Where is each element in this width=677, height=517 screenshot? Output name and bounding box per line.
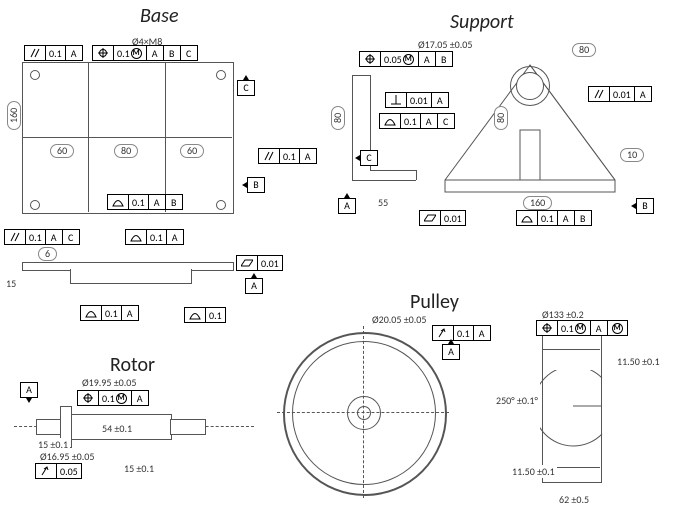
base-fcf-parallel-top: 0.1A (24, 45, 83, 61)
base-dim-wmid: 80 (114, 144, 138, 158)
position-icon (78, 391, 99, 405)
pulley-cv (363, 326, 364, 498)
profile-surface-icon (517, 211, 538, 225)
title-support: Support (450, 10, 514, 34)
position-icon (93, 46, 114, 60)
pulley-dim-width: 62 ±0.5 (557, 493, 591, 506)
base-fcf-parallel-bl: 0.1AC (4, 229, 80, 245)
base-fcf-profile-a: 0.1A (125, 229, 184, 245)
base-fcf-parallel-right: 0.1A (258, 148, 317, 164)
support-L-bottom (352, 180, 416, 181)
title-pulley: Pulley (410, 290, 459, 314)
base-datum-a: A (245, 278, 263, 294)
parallel-icon (5, 230, 26, 244)
support-fcf-perp: 0.01A (385, 92, 449, 108)
base-dim-6: 6 (38, 247, 57, 261)
pulley-datum-a: A (442, 344, 460, 360)
runout-icon (433, 326, 454, 340)
support-dim-left55: 55 (376, 196, 390, 209)
position-icon (537, 321, 558, 335)
profile-surface-icon (81, 306, 102, 320)
rotor-dim-l3: 15 ±0.1 (122, 462, 156, 475)
base-fcf-position-holes: 0.1M ABC (92, 45, 198, 61)
support-L-step-v (416, 170, 417, 180)
position-icon (360, 52, 381, 66)
rotor-shaft-left (36, 419, 62, 435)
rotor-dim-l1: 54 ±0.1 (100, 422, 134, 435)
rotor-dim-l2: 15 ±0.1 (36, 438, 70, 451)
support-fcf-position: 0.05M AB (359, 51, 453, 67)
title-base: Base (140, 4, 179, 28)
rotor-dim-d2: Ø16.95 ±0.05 (38, 450, 96, 463)
base-plan-centerline (22, 137, 232, 138)
base-plan-outline (22, 62, 234, 214)
rotor-shaft-right (170, 419, 206, 435)
base-dim-15: 15 (4, 277, 18, 290)
support-dim-wtop: 80 (572, 43, 596, 57)
pulley-dim-angle: 250° ±0.1° (494, 394, 540, 407)
parallel-icon (259, 149, 280, 163)
rotor-fcf-runout: 0.05 (35, 463, 82, 479)
support-L-step (370, 170, 416, 171)
flatness-icon (420, 211, 441, 225)
base-fcf-profile-bottom: 0.1A (80, 305, 139, 321)
base-fcf-profile-bottom2: 0.1 (184, 307, 226, 323)
base-dim-height: 160 (7, 101, 21, 130)
profile-surface-icon (126, 230, 147, 244)
pulley-fcf-runout: 0.1A (432, 325, 491, 341)
profile-surface-icon (380, 114, 401, 128)
perpendicularity-icon (386, 93, 407, 107)
support-fcf-profile-br: 0.1AB (516, 210, 592, 226)
base-dim-wleft: 60 (50, 144, 74, 158)
base-fcf-flatness: 0.01 (236, 255, 283, 271)
rotor-datum-a: A (20, 382, 38, 398)
pulley-dim-hbot: 11.50 ±0.1 (510, 465, 557, 478)
pulley-side-top-step (542, 349, 600, 350)
base-datum-b: B (247, 177, 265, 193)
base-dim-wright: 60 (180, 144, 204, 158)
support-dim-h2: 80 (494, 106, 508, 130)
base-hole-tr (216, 70, 226, 80)
base-datum-c: C (237, 80, 255, 96)
pulley-fcf-position: 0.1M A M (536, 320, 628, 336)
support-datum-a: A (338, 198, 356, 214)
support-datum-c: C (360, 150, 378, 166)
base-hole-br (216, 200, 226, 210)
support-dim-wbot: 160 (523, 196, 552, 210)
base-side-slot (70, 269, 192, 284)
pulley-dim-bore: Ø20.05 ±0.05 (370, 313, 428, 326)
flatness-icon (237, 256, 258, 270)
parallel-icon (25, 46, 46, 60)
pulley-bore (357, 406, 371, 420)
support-dim-10: 10 (620, 148, 644, 162)
support-L-top (352, 75, 370, 76)
pulley-groove (540, 370, 605, 450)
support-fcf-par-tr: 0.01A (588, 86, 652, 102)
base-hole-bl (30, 200, 40, 210)
rotor-fcf-position: 0.1M A (77, 390, 149, 406)
base-fcf-profile-ab: 0.1AB (107, 194, 183, 210)
pulley-dim-htop: 11.50 ±0.1 (615, 355, 662, 368)
support-fcf-par-left: 0.1AC (379, 113, 455, 129)
support-fcf-flat: 0.01 (419, 210, 466, 226)
runout-icon (36, 464, 57, 478)
support-dim-h: 80 (331, 106, 345, 130)
support-L-left (352, 75, 353, 180)
rotor-dim-d1: Ø19.95 ±0.05 (80, 376, 138, 389)
support-datum-b: B (636, 198, 654, 214)
profile-surface-icon (108, 195, 129, 209)
profile-surface-icon (185, 308, 206, 322)
title-rotor: Rotor (110, 353, 155, 377)
parallel-icon (589, 87, 610, 101)
support-hole-outer (510, 66, 550, 106)
base-hole-tl (30, 70, 40, 80)
support-dim-hole: Ø17.05 ±0.05 (416, 38, 474, 51)
